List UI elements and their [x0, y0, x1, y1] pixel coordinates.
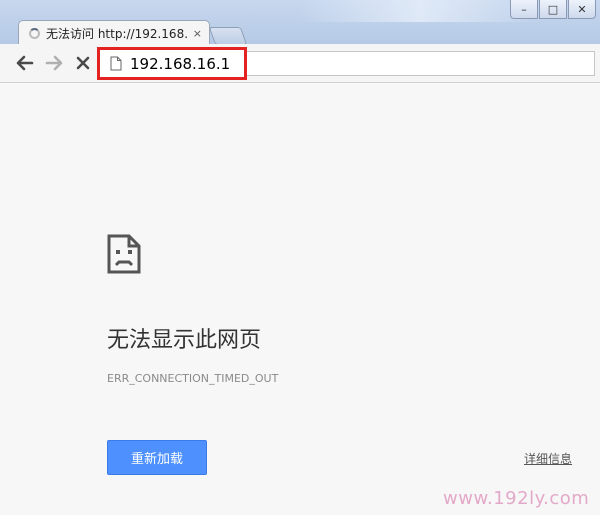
page-content [6, 83, 594, 515]
new-tab-button[interactable] [208, 27, 248, 45]
tab-close-icon[interactable]: × [193, 27, 202, 40]
error-code: ERR_CONNECTION_TIMED_OUT [107, 372, 279, 385]
back-button[interactable] [14, 52, 36, 74]
maximize-button[interactable]: □ [539, 0, 567, 19]
error-title: 无法显示此网页 [107, 328, 262, 353]
browser-tab[interactable]: 无法访问 http://192.168. × [18, 20, 210, 45]
title-bar-glow [300, 0, 540, 22]
close-window-button[interactable]: ✕ [568, 0, 596, 19]
arrow-left-icon [16, 55, 34, 71]
address-input[interactable]: 192.168.16.1 [130, 55, 230, 73]
address-bar-extension[interactable] [247, 51, 595, 76]
forward-button[interactable] [43, 52, 65, 74]
close-icon [76, 56, 90, 70]
minimize-button[interactable]: – [510, 0, 538, 19]
loading-spinner-icon [29, 27, 40, 39]
address-bar[interactable]: 192.168.16.1 [97, 47, 247, 80]
watermark: www.192ly.com [443, 488, 590, 509]
page-icon [110, 56, 122, 71]
details-link[interactable]: 详细信息 [524, 450, 572, 467]
window-controls: – □ ✕ [510, 0, 596, 19]
tab-title: 无法访问 http://192.168. [46, 26, 189, 41]
sad-page-icon [107, 234, 141, 274]
reload-button[interactable]: 重新加载 [107, 440, 207, 475]
arrow-right-icon [45, 55, 63, 71]
stop-button[interactable] [72, 52, 94, 74]
